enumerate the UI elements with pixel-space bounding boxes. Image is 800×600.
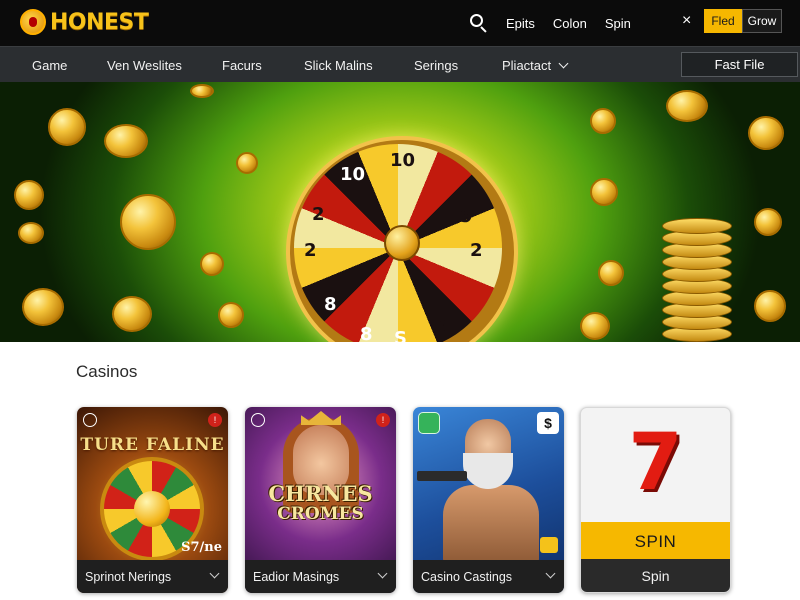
spin-button[interactable]: Spin (581, 559, 730, 592)
chevron-down-icon[interactable] (209, 568, 220, 579)
nav-item-serings[interactable]: Serings (414, 47, 458, 83)
wheel-number: 9 (460, 206, 473, 227)
coin-stack-icon (662, 214, 732, 342)
card-footer[interactable]: Casino Castings (413, 560, 564, 593)
card-art-subtitle: S7/ne (181, 540, 222, 555)
nav-item-pliactact[interactable]: Pliactact (502, 47, 569, 83)
card-label: Spin (641, 567, 670, 584)
coin-icon (200, 252, 224, 276)
dollar-icon: $ (537, 412, 559, 434)
coin-icon (236, 152, 258, 174)
wheel-number: 8 (360, 324, 373, 342)
info-icon (251, 413, 265, 427)
card-art-title-line1: CHRNES (268, 481, 373, 506)
nav-label: Facurs (222, 57, 262, 73)
coin-icon (598, 260, 624, 286)
info-icon (83, 413, 97, 427)
nav-item-slick-malins[interactable]: Slick Malins (304, 47, 373, 83)
spin-banner[interactable]: SPIN (581, 522, 730, 562)
coin-icon (590, 108, 616, 134)
wheel-number: 10 (390, 150, 416, 171)
alert-icon: ! (208, 413, 222, 427)
wheel-number: 2 (304, 240, 317, 261)
wheel-number: 3 (434, 316, 447, 337)
coin-icon (590, 178, 618, 206)
top-bar: HONEST Epits Colon Spin × Fled Grow (0, 0, 800, 46)
coin-icon (104, 124, 148, 158)
nav-label: Ven Weslites (107, 57, 182, 73)
coin-icon (48, 108, 86, 146)
nav-item-facurs[interactable]: Facurs (222, 47, 262, 83)
crown-icon (301, 411, 341, 425)
casino-card[interactable]: 7 SPIN Spin (580, 407, 731, 593)
card-label: Casino Castings (421, 569, 513, 584)
nav-label: Game (32, 57, 68, 73)
nav-label: Slick Malins (304, 57, 373, 73)
card-footer[interactable]: Sprinot Nerings (77, 560, 228, 593)
casino-card[interactable]: $ Casino Castings (413, 407, 564, 593)
casino-card[interactable]: ! TURE FALINE S7/ne Sprinot Nerings (77, 407, 228, 593)
casino-card[interactable]: ! CHRNES CROMES Eadior Masings (245, 407, 396, 593)
fast-file-button[interactable]: Fast File (681, 52, 798, 77)
section-title: Casinos (76, 362, 138, 381)
nav-item-game[interactable]: Game (32, 47, 67, 83)
coin-icon (18, 222, 44, 244)
chevron-down-icon (558, 58, 569, 68)
wheel-number: 10 (340, 164, 366, 185)
wheel-hub (384, 225, 420, 261)
top-link-spin[interactable]: Spin (605, 16, 631, 31)
nav-label: Serings (414, 57, 459, 73)
gun-icon (417, 471, 467, 481)
roulette-wheel: 10 10 9 2 3 S 8 8 2 2 (286, 136, 518, 342)
brand-name: HONEST (50, 9, 149, 35)
close-icon[interactable]: × (682, 12, 691, 30)
chevron-down-icon[interactable] (377, 568, 388, 579)
top-actions: Epits Colon Spin × Fled Grow (470, 0, 782, 46)
logo-icon (20, 9, 46, 35)
coin-icon (112, 296, 152, 332)
nav-item-ven-weslites[interactable]: Ven Weslites (107, 47, 182, 83)
card-label: Eadior Masings (253, 569, 340, 584)
grow-button[interactable]: Grow (742, 9, 782, 33)
nav-label: Pliactact (502, 57, 552, 73)
hero-banner[interactable]: 10 10 9 2 3 S 8 8 2 2 (0, 82, 800, 342)
wheel-number: 2 (312, 204, 325, 225)
wheel-number: 8 (324, 294, 337, 315)
coin-icon (218, 302, 244, 328)
coin-icon (580, 312, 610, 340)
top-link-epits[interactable]: Epits (506, 16, 535, 31)
card-footer[interactable]: Eadior Masings (245, 560, 396, 593)
fled-button[interactable]: Fled (704, 9, 742, 33)
character-body (443, 485, 539, 563)
lucky-seven-icon: 7 (628, 418, 683, 508)
character-beard (463, 453, 513, 489)
alert-icon: ! (376, 413, 390, 427)
card-art-title: TURE FALINE (80, 435, 225, 455)
coin-icon (748, 116, 784, 150)
dice-icon (540, 537, 558, 553)
coin-icon (754, 290, 786, 322)
search-icon[interactable] (470, 14, 488, 33)
coin-icon (190, 84, 214, 98)
card-label: Sprinot Nerings (85, 569, 172, 584)
coin-icon (120, 194, 176, 250)
chevron-down-icon[interactable] (545, 568, 556, 579)
coin-icon (22, 288, 64, 326)
wheel-number: 2 (470, 240, 483, 261)
coin-icon (14, 180, 44, 210)
top-link-colon[interactable]: Colon (553, 16, 587, 31)
card-art-title-line2: CROMES (277, 504, 364, 524)
card-art-title: CHRNES CROMES (245, 481, 396, 524)
brand-logo[interactable]: HONEST (20, 8, 149, 36)
app-icon (418, 412, 440, 434)
coin-icon (754, 208, 782, 236)
coin-icon (666, 90, 708, 122)
main-nav: Game Ven Weslites Facurs Slick Malins Se… (0, 46, 800, 82)
wheel-number: S (394, 328, 407, 342)
